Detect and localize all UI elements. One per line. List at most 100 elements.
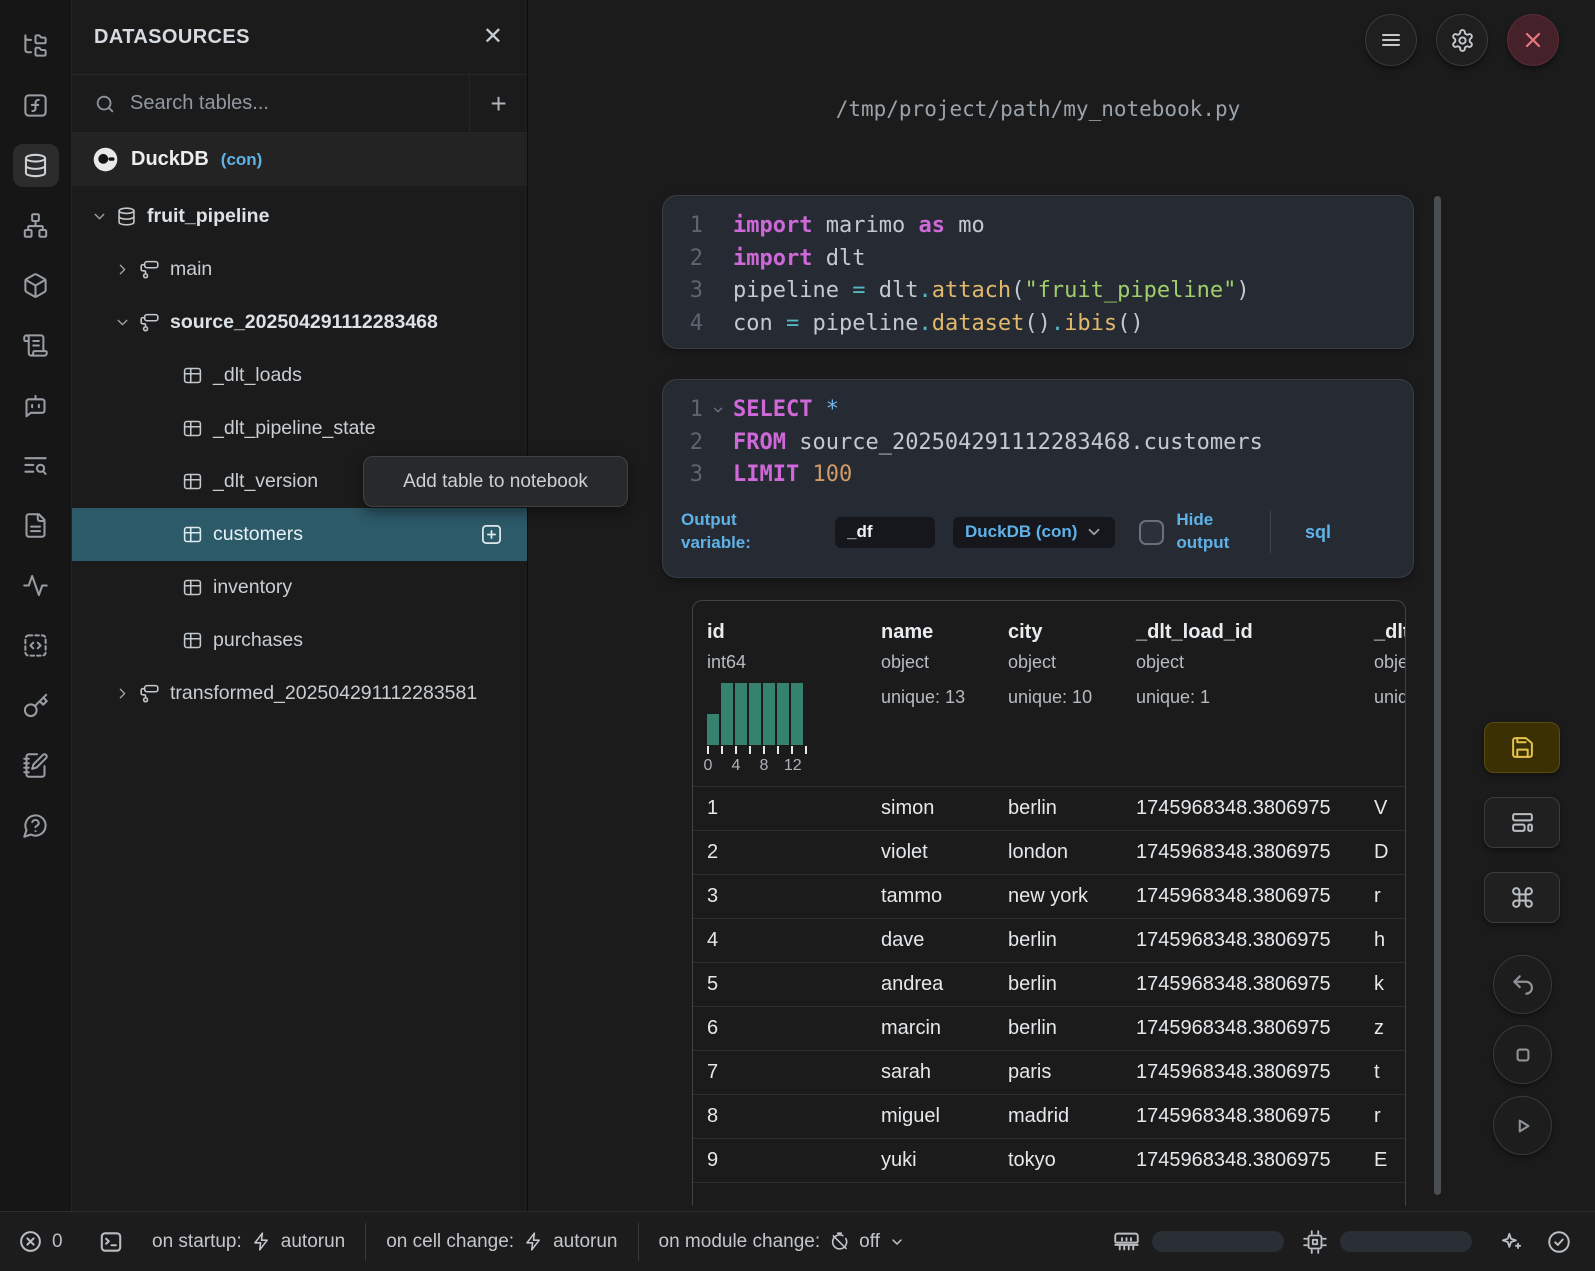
error-indicator[interactable]: 0: [18, 1212, 63, 1271]
table-row[interactable]: 3tammonew york1745968348.3806975r: [693, 874, 1405, 918]
tree-item-_dlt_loads[interactable]: _dlt_loads: [72, 349, 527, 402]
file-tree-icon[interactable]: [13, 24, 59, 67]
network-icon[interactable]: [13, 204, 59, 247]
code-line[interactable]: 3pipeline = dlt.attach("fruit_pipeline"): [663, 275, 1413, 308]
engine-row[interactable]: DuckDB (con): [72, 133, 527, 186]
terminal-button[interactable]: [98, 1212, 124, 1271]
code-line[interactable]: 1SELECT *: [663, 394, 1413, 427]
table-row[interactable]: 6marcinberlin1745968348.3806975z: [693, 1006, 1405, 1050]
line-number: 3: [663, 275, 703, 308]
output-variable-input[interactable]: [835, 517, 935, 548]
id-histogram: 04812: [707, 683, 807, 777]
chevron-right-icon: [109, 261, 135, 278]
tree-item-_dlt_pipeline_state[interactable]: _dlt_pipeline_state: [72, 402, 527, 455]
file-text-icon[interactable]: [13, 504, 59, 547]
scroll-text-icon[interactable]: [13, 324, 59, 367]
package-icon[interactable]: [13, 264, 59, 307]
key-icon[interactable]: [13, 684, 59, 727]
table-icon: [182, 577, 203, 598]
menu-button[interactable]: [1365, 14, 1417, 66]
stop-button[interactable]: [1493, 1025, 1552, 1084]
notebook-area: /tmp/project/path/my_notebook.py 1import…: [528, 0, 1595, 1211]
table-row[interactable]: 9yukitokyo1745968348.3806975E: [693, 1138, 1405, 1182]
add-datasource-button[interactable]: +: [469, 75, 527, 132]
column-header-id[interactable]: idint6404812: [707, 621, 881, 778]
tooltip: Add table to notebook: [363, 456, 628, 507]
table-row[interactable]: 7sarahparis1745968348.3806975t: [693, 1050, 1405, 1094]
chevron-down-icon: [889, 1234, 905, 1250]
text-search-icon[interactable]: [13, 444, 59, 487]
notebook-pen-icon[interactable]: [13, 744, 59, 787]
runtime-settings: on startup:autorun on cell change:autorun…: [152, 1212, 905, 1271]
function-square-icon[interactable]: [13, 84, 59, 127]
notebook-scrollbar[interactable]: [1434, 196, 1441, 1195]
tree-item-transformed_202504291112283581[interactable]: transformed_202504291112283581: [72, 667, 527, 720]
connection-status-icon[interactable]: [1546, 1229, 1572, 1255]
undo-button[interactable]: [1493, 955, 1552, 1014]
code-line[interactable]: 1import marimo as mo: [663, 210, 1413, 243]
chevron-right-icon: [109, 685, 135, 702]
code-cell-python[interactable]: 1import marimo as mo2import dlt3pipeline…: [663, 196, 1413, 348]
zap-icon: [523, 1231, 544, 1252]
code-square-icon[interactable]: [13, 624, 59, 667]
tree-item-purchases[interactable]: purchases: [72, 614, 527, 667]
tree-item-main[interactable]: main: [72, 243, 527, 296]
bot-icon[interactable]: [13, 384, 59, 427]
hide-output-checkbox[interactable]: [1139, 520, 1164, 545]
code-line[interactable]: 4con = pipeline.dataset().ibis(): [663, 308, 1413, 341]
table-icon: [182, 524, 203, 545]
engine-select[interactable]: DuckDB (con): [953, 517, 1115, 548]
line-number: 1: [663, 210, 703, 243]
table-row[interactable]: 1simonberlin1745968348.3806975V: [693, 786, 1405, 830]
table-row[interactable]: 4daveberlin1745968348.3806975h: [693, 918, 1405, 962]
status-item-on-cell-change-[interactable]: on cell change:autorun: [386, 1231, 617, 1253]
divider: [365, 1223, 366, 1261]
marimo-app: DATASOURCES ✕ + DuckDB (con) fruit_pipel…: [0, 0, 1595, 1271]
add-table-icon[interactable]: [480, 523, 503, 546]
activity-icon[interactable]: [13, 564, 59, 607]
fold-chevron-icon[interactable]: [703, 394, 733, 427]
tree-item-fruit_pipeline[interactable]: fruit_pipeline: [72, 190, 527, 243]
table-icon: [182, 365, 203, 386]
activity-bar: [0, 0, 72, 1211]
code-cell-sql[interactable]: 1SELECT *2FROM source_202504291112283468…: [663, 380, 1413, 577]
ai-sparkle-icon[interactable]: [1498, 1229, 1524, 1255]
command-palette-button[interactable]: [1484, 872, 1560, 923]
memory-icon: [1113, 1228, 1140, 1255]
column-header-name[interactable]: nameobjectunique: 13: [881, 621, 1008, 778]
code-line[interactable]: 2FROM source_202504291112283468.customer…: [663, 427, 1413, 460]
code-line[interactable]: 2import dlt: [663, 243, 1413, 276]
table-row[interactable]: 5andreaberlin1745968348.3806975k: [693, 962, 1405, 1006]
status-item-on-startup-[interactable]: on startup:autorun: [152, 1231, 345, 1253]
search-input[interactable]: [130, 75, 469, 132]
close-icon[interactable]: ✕: [483, 25, 503, 49]
chevron-down-icon: [109, 314, 135, 331]
tree-item-customers[interactable]: customers: [72, 508, 527, 561]
status-item-on-module-change-[interactable]: on module change:off: [659, 1231, 905, 1253]
schema-icon: [139, 683, 160, 704]
column-header-_dlt_load_id[interactable]: _dlt_load_idobjectunique: 1: [1136, 621, 1374, 778]
python-code-editor[interactable]: 1import marimo as mo2import dlt3pipeline…: [663, 196, 1413, 340]
language-badge: sql: [1305, 522, 1331, 543]
column-header-_dlt_id[interactable]: _dlt_idobjectunique:: [1374, 621, 1406, 778]
layout-button[interactable]: [1484, 797, 1560, 848]
tree-item-inventory[interactable]: inventory: [72, 561, 527, 614]
help-bubble-icon[interactable]: [13, 804, 59, 847]
table-icon: [182, 471, 203, 492]
sql-code-editor[interactable]: 1SELECT *2FROM source_202504291112283468…: [663, 380, 1413, 492]
run-button[interactable]: [1493, 1096, 1552, 1155]
status-bar: 0 on startup:autorun on cell change:autor…: [0, 1211, 1595, 1271]
line-number: 2: [663, 427, 703, 460]
database-icon[interactable]: [13, 144, 59, 187]
table-row[interactable]: 2violetlondon1745968348.3806975D: [693, 830, 1405, 874]
memory-gauge: [1152, 1231, 1284, 1252]
shutdown-button[interactable]: [1507, 14, 1559, 66]
settings-button[interactable]: [1436, 14, 1488, 66]
save-button[interactable]: [1484, 722, 1560, 773]
tree-item-source_202504291112283468[interactable]: source_202504291112283468: [72, 296, 527, 349]
code-line[interactable]: 3LIMIT 100: [663, 459, 1413, 492]
engine-connection: (con): [221, 150, 263, 170]
table-row[interactable]: 8miguelmadrid1745968348.3806975r: [693, 1094, 1405, 1138]
database-icon: [116, 206, 137, 227]
column-header-city[interactable]: cityobjectunique: 10: [1008, 621, 1136, 778]
